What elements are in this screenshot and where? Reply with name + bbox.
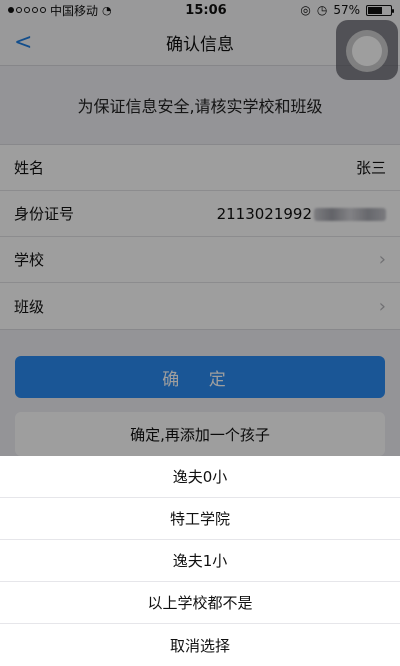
- back-arrow-icon[interactable]: <: [14, 30, 32, 55]
- class-row[interactable]: 班级 ›: [0, 283, 400, 329]
- sheet-option-1[interactable]: 逸夫0小: [0, 456, 400, 498]
- phone-screen: 中国移动 ◔ 15:06 ◎ ◷ 57% < 确认信息 为保证信息安全,请核实学…: [0, 0, 400, 666]
- id-value-wrap: 2113021992: [217, 205, 386, 223]
- assistive-touch-icon[interactable]: [336, 20, 398, 80]
- info-form: 姓名 张三 身份证号 2113021992 学校 › 班级 ›: [0, 144, 400, 330]
- status-bar: 中国移动 ◔ 15:06 ◎ ◷ 57%: [0, 0, 400, 20]
- lock-rotation-icon: ◎: [300, 3, 311, 17]
- class-label: 班级: [14, 297, 45, 316]
- page-title: 确认信息: [166, 35, 234, 55]
- school-action-sheet: 逸夫0小 特工学院 逸夫1小 以上学校都不是 取消选择: [0, 456, 400, 666]
- chevron-right-icon: ›: [378, 249, 386, 270]
- confirm-add-child-button[interactable]: 确定,再添加一个孩子: [15, 412, 385, 456]
- navigation-bar: < 确认信息: [0, 20, 400, 80]
- name-row: 姓名 张三: [0, 145, 400, 191]
- signal-dots-icon: [8, 7, 46, 13]
- sheet-option-none[interactable]: 以上学校都不是: [0, 582, 400, 624]
- school-label: 学校: [14, 251, 45, 269]
- id-value: 2113021992: [216, 204, 312, 223]
- id-label: 身份证号: [14, 205, 75, 223]
- sheet-option-2[interactable]: 特工学院: [0, 498, 400, 540]
- status-right: ◎ ◷ 57%: [300, 3, 394, 17]
- name-label: 姓名: [14, 159, 45, 177]
- battery-icon: [366, 4, 394, 16]
- carrier-label: 中国移动: [50, 3, 99, 18]
- alarm-icon: ◷: [316, 3, 328, 17]
- name-value: 张三: [355, 159, 386, 177]
- chevron-right-icon: ›: [378, 295, 386, 317]
- status-time: 15:06: [185, 2, 227, 18]
- wifi-icon: ◔: [102, 3, 112, 17]
- battery-percent: 57%: [333, 3, 360, 17]
- id-redacted-blur: [314, 207, 386, 221]
- status-left: 中国移动 ◔: [8, 2, 112, 19]
- sheet-cancel-button[interactable]: 取消选择: [0, 624, 400, 666]
- confirm-button[interactable]: 确 定: [15, 356, 385, 398]
- id-row: 身份证号 2113021992: [0, 191, 400, 237]
- sheet-option-3[interactable]: 逸夫1小: [0, 540, 400, 582]
- school-row[interactable]: 学校 ›: [0, 237, 400, 283]
